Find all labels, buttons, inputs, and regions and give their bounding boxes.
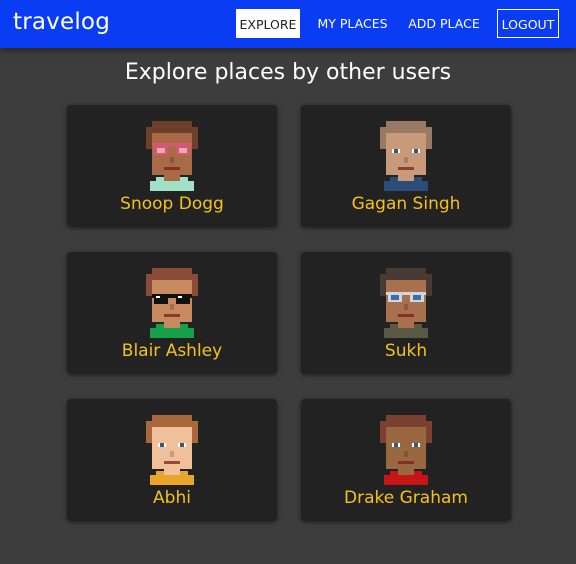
user-card[interactable]: Blair Ashley [67,252,277,374]
user-avatar-icon [376,268,436,338]
user-card[interactable]: Snoop Dogg [67,105,277,227]
user-avatar-icon [142,121,202,191]
user-name: Snoop Dogg [120,194,224,214]
user-card[interactable]: Drake Graham [301,399,511,521]
logout-button[interactable]: LOGOUT [497,9,559,38]
page-title: Explore places by other users [124,60,452,85]
nav-my-places-link[interactable]: MY PLACES [316,9,389,38]
user-card[interactable]: Abhi [67,399,277,521]
nav-explore-link[interactable]: EXPLORE [236,9,300,38]
user-avatar-icon [376,415,436,485]
user-card[interactable]: Sukh [301,252,511,374]
user-name: Drake Graham [344,488,468,508]
user-avatar-icon [376,121,436,191]
user-card[interactable]: Gagan Singh [301,105,511,227]
nav-add-place-link[interactable]: ADD PLACE [406,9,482,38]
user-avatar-icon [142,415,202,485]
user-name: Abhi [153,488,191,508]
user-name: Sukh [384,341,428,361]
user-name: Blair Ashley [121,341,223,361]
brand-logo[interactable]: travelog [13,9,110,35]
user-avatar-icon [142,268,202,338]
user-name: Gagan Singh [351,194,461,214]
top-navbar: travelog EXPLORE MY PLACES ADD PLACE LOG… [0,0,576,48]
